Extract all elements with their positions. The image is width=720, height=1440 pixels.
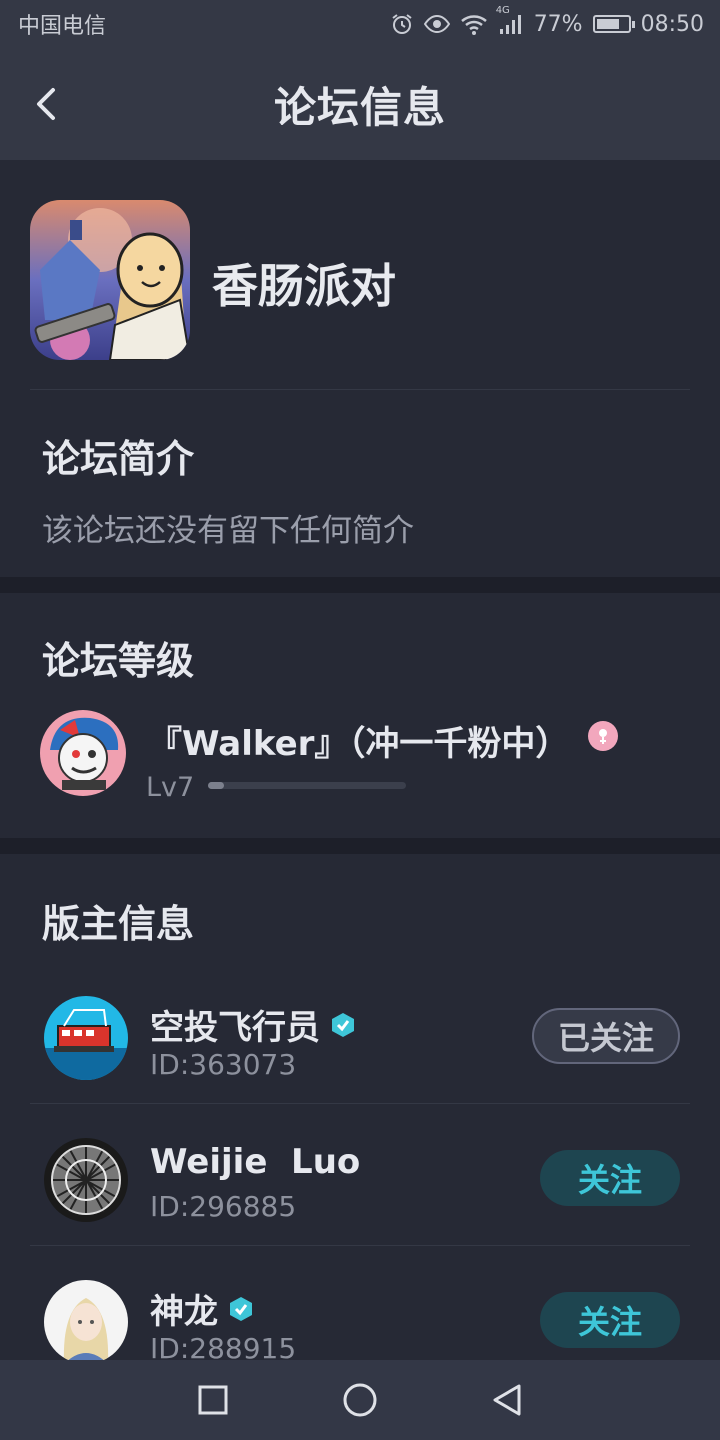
- intro-text: 该论坛还没有留下任何简介: [42, 513, 414, 549]
- forum-name: 香肠派对: [212, 259, 396, 313]
- status-bar: 中国电信 4G 77% 08:50: [0, 0, 720, 48]
- moderator-name-text: Weijie Luo: [150, 1142, 361, 1182]
- clock: 08:50: [640, 11, 704, 37]
- status-icons: 4G 77% 08:50: [390, 5, 704, 37]
- level-title: 论坛等级: [42, 639, 195, 683]
- section-gap: [0, 577, 720, 593]
- app-header: 论坛信息: [0, 48, 720, 160]
- battery-fill: [596, 19, 619, 29]
- square-icon: [198, 1385, 228, 1415]
- divider: [30, 389, 690, 390]
- back-button[interactable]: [26, 78, 66, 130]
- back-nav-button[interactable]: [487, 1380, 527, 1420]
- cell-signal-icon: 4G: [496, 5, 524, 35]
- level-progress-bar: [208, 782, 406, 789]
- forum-header: 香肠派对: [0, 160, 720, 390]
- battery-icon: [592, 15, 635, 33]
- moderator-name[interactable]: 空投飞行员: [150, 1000, 356, 1049]
- moderator-name[interactable]: Weijie Luo: [150, 1142, 360, 1182]
- follow-button[interactable]: 关注: [540, 1150, 680, 1206]
- battery-percent: 77%: [533, 11, 583, 37]
- moderator-avatar[interactable]: [44, 1280, 128, 1364]
- moderators-title: 版主信息: [42, 902, 195, 946]
- followed-button[interactable]: 已关注: [532, 1008, 680, 1064]
- section-gap: [0, 838, 720, 854]
- network-type: 4G: [495, 5, 510, 16]
- level-user-avatar[interactable]: [40, 710, 126, 796]
- alarm-icon: [390, 12, 414, 36]
- level-progress-fill: [208, 782, 224, 789]
- moderator-name-text: 空投飞行员: [150, 1008, 320, 1048]
- verified-badge-icon: [332, 1012, 354, 1037]
- wifi-icon: [460, 13, 488, 35]
- moderator-id: ID:363073: [150, 1048, 297, 1081]
- moderator-avatar[interactable]: [44, 996, 128, 1080]
- moderator-name-text: 神龙: [150, 1292, 218, 1332]
- recents-button[interactable]: [193, 1380, 233, 1420]
- moderator-name[interactable]: 神龙: [150, 1284, 254, 1333]
- eye-icon: [423, 13, 450, 35]
- moderator-avatar[interactable]: [44, 1138, 128, 1222]
- level-user-name[interactable]: 『Walker』（冲一千粉中）: [148, 716, 569, 765]
- carrier-label: 中国电信: [18, 14, 107, 39]
- row-divider: [30, 1245, 690, 1246]
- system-nav-bar: [0, 1360, 720, 1440]
- verified-badge-icon: [230, 1296, 252, 1321]
- moderator-id: ID:296885: [150, 1190, 297, 1223]
- level-label: Lv7: [146, 772, 195, 803]
- intro-title: 论坛简介: [42, 437, 195, 481]
- chevron-left-icon: [37, 88, 55, 120]
- home-button[interactable]: [340, 1380, 380, 1420]
- follow-button[interactable]: 关注: [540, 1292, 680, 1348]
- triangle-back-icon: [493, 1384, 521, 1416]
- page-title: 论坛信息: [273, 82, 446, 132]
- forum-game-icon: [30, 200, 190, 360]
- moderator-row[interactable]: 空投飞行员 ID:363073 已关注: [0, 978, 720, 1118]
- moderator-row[interactable]: Weijie Luo ID:296885 关注: [0, 1120, 720, 1260]
- circle-icon: [343, 1383, 377, 1417]
- row-divider: [30, 1103, 690, 1104]
- gender-female-badge-icon: [588, 721, 618, 751]
